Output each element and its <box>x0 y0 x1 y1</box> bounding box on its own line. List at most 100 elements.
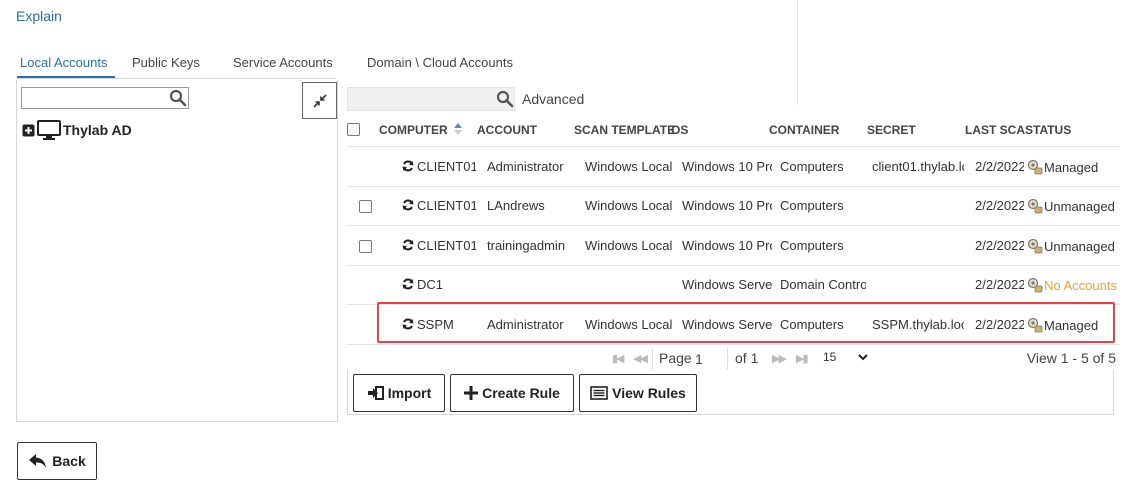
row-divider <box>347 225 1120 226</box>
os-text: Windows 10 Pro <box>682 198 772 213</box>
cell-computer[interactable]: SSPM <box>402 317 476 332</box>
os-text: Windows Server <box>682 317 772 332</box>
collapse-button[interactable] <box>302 82 337 119</box>
view-rules-button[interactable]: View Rules <box>579 374 697 412</box>
account-text: Administrator <box>487 159 564 174</box>
import-label: Import <box>387 385 432 401</box>
monitor-icon <box>37 120 61 140</box>
sort-icon <box>454 123 463 135</box>
tab-local-accounts[interactable]: Local Accounts <box>20 55 107 70</box>
cell-container: Computers <box>780 317 866 332</box>
computer-text: SSPM <box>417 317 454 332</box>
column-header-status[interactable]: STATUS <box>1025 123 1071 137</box>
column-header-computer[interactable]: COMPUTER <box>379 123 463 137</box>
tab-public-keys[interactable]: Public Keys <box>132 55 200 70</box>
import-icon <box>367 386 384 400</box>
cell-last-scan: 2/2/2022 <box>975 238 1024 253</box>
scan-template-text: Windows Local <box>585 238 673 253</box>
container-text: Computers <box>780 317 844 332</box>
cell-os: Windows 10 Pro <box>682 238 772 253</box>
cell-container: Computers <box>780 159 866 174</box>
row-divider <box>347 304 1120 305</box>
cell-account: Administrator <box>487 159 579 174</box>
create-rule-button[interactable]: Create Rule <box>450 374 574 412</box>
tree-search-box <box>21 87 189 109</box>
back-arrow-icon <box>29 454 47 468</box>
tab-service-accounts[interactable]: Service Accounts <box>233 55 333 70</box>
grid-search-input[interactable] <box>348 88 496 110</box>
secret-text: SSPM.thylab.local <box>872 317 964 332</box>
tab-domain-cloud-accounts[interactable]: Domain \ Cloud Accounts <box>367 55 513 70</box>
pager-divider <box>727 348 728 370</box>
column-header-account[interactable]: ACCOUNT <box>477 123 537 137</box>
expand-plus-icon[interactable] <box>22 124 35 137</box>
computer-text: CLIENT01 <box>417 159 476 174</box>
pager-divider <box>652 348 653 370</box>
cell-os: Windows Server <box>682 317 772 332</box>
container-text: Computers <box>780 159 844 174</box>
cell-computer[interactable]: CLIENT01 <box>402 238 476 253</box>
last-scan-text: 2/2/2022 <box>975 317 1024 332</box>
cell-status: Unmanaged <box>1027 198 1119 214</box>
row-divider <box>347 265 1120 266</box>
search-icon[interactable] <box>496 90 514 108</box>
last-scan-text: 2/2/2022 <box>975 198 1024 213</box>
column-header-secret[interactable]: SECRET <box>867 123 916 137</box>
record-count: View 1 - 5 of 5 <box>1026 350 1116 366</box>
os-text: Windows 10 Pro <box>682 238 772 253</box>
row-divider <box>347 146 1120 147</box>
refresh-icon <box>402 278 414 290</box>
cell-computer[interactable]: DC1 <box>402 277 476 292</box>
cell-secret: client01.thylab.local <box>872 159 964 174</box>
status-text: Unmanaged <box>1044 199 1115 214</box>
column-header-os[interactable]: OS <box>671 123 688 137</box>
column-header-last-scan[interactable]: LAST SCAN <box>965 123 1025 137</box>
refresh-icon <box>402 160 414 172</box>
advanced-search-link[interactable]: Advanced <box>522 91 584 107</box>
page-size-select[interactable]: 15 <box>823 350 869 364</box>
cell-last-scan: 2/2/2022 <box>975 317 1024 332</box>
list-icon <box>590 386 608 400</box>
row-checkbox[interactable] <box>359 200 372 213</box>
prev-page-icon[interactable]: ◀◀ <box>633 352 648 365</box>
column-header-container[interactable]: CONTAINER <box>769 123 839 137</box>
tree-node-label: Thylab AD <box>63 122 132 138</box>
cell-account: LAndrews <box>487 198 579 213</box>
search-icon[interactable] <box>169 89 187 107</box>
status-text: Unmanaged <box>1044 239 1115 254</box>
cell-scan-template: Windows Local <box>585 317 673 332</box>
cell-container: Domain Controllers <box>780 277 866 292</box>
cell-last-scan: 2/2/2022 <box>975 159 1024 174</box>
key-certificate-icon <box>1027 198 1043 214</box>
cell-os: Windows 10 Pro <box>682 198 772 213</box>
cell-last-scan: 2/2/2022 <box>975 198 1024 213</box>
cell-computer[interactable]: CLIENT01 <box>402 198 476 213</box>
page-number-input[interactable] <box>695 350 721 368</box>
container-text: Domain Controllers <box>780 277 866 292</box>
scan-template-text: Windows Local <box>585 198 673 213</box>
plus-icon <box>464 386 479 400</box>
row-checkbox[interactable] <box>359 240 372 253</box>
cell-status: Managed <box>1027 159 1119 175</box>
cell-computer[interactable]: CLIENT01 <box>402 159 476 174</box>
cell-status: Managed <box>1027 317 1119 333</box>
grid-search-box <box>347 87 515 111</box>
cell-os: Windows 10 Pro <box>682 159 772 174</box>
refresh-icon <box>402 239 414 251</box>
next-page-icon[interactable]: ▶▶ <box>772 352 787 365</box>
view-rules-label: View Rules <box>612 385 686 401</box>
first-page-icon[interactable]: ▮◀ <box>612 352 624 365</box>
back-button[interactable]: Back <box>17 442 97 480</box>
computer-text: DC1 <box>417 277 444 292</box>
select-all-checkbox[interactable] <box>347 123 360 136</box>
import-button[interactable]: Import <box>353 374 445 412</box>
chevron-down-icon <box>858 353 869 360</box>
cell-secret: SSPM.thylab.local <box>872 317 964 332</box>
cell-account: Administrator <box>487 317 579 332</box>
tree-search-input[interactable] <box>22 88 170 108</box>
last-page-icon[interactable]: ▶▮ <box>796 352 808 365</box>
tree-node-thylab-ad[interactable]: Thylab AD <box>22 120 132 140</box>
account-text: Administrator <box>487 317 564 332</box>
explain-link[interactable]: Explain <box>16 8 62 24</box>
column-header-scan-template[interactable]: SCAN TEMPLATE <box>574 123 675 137</box>
